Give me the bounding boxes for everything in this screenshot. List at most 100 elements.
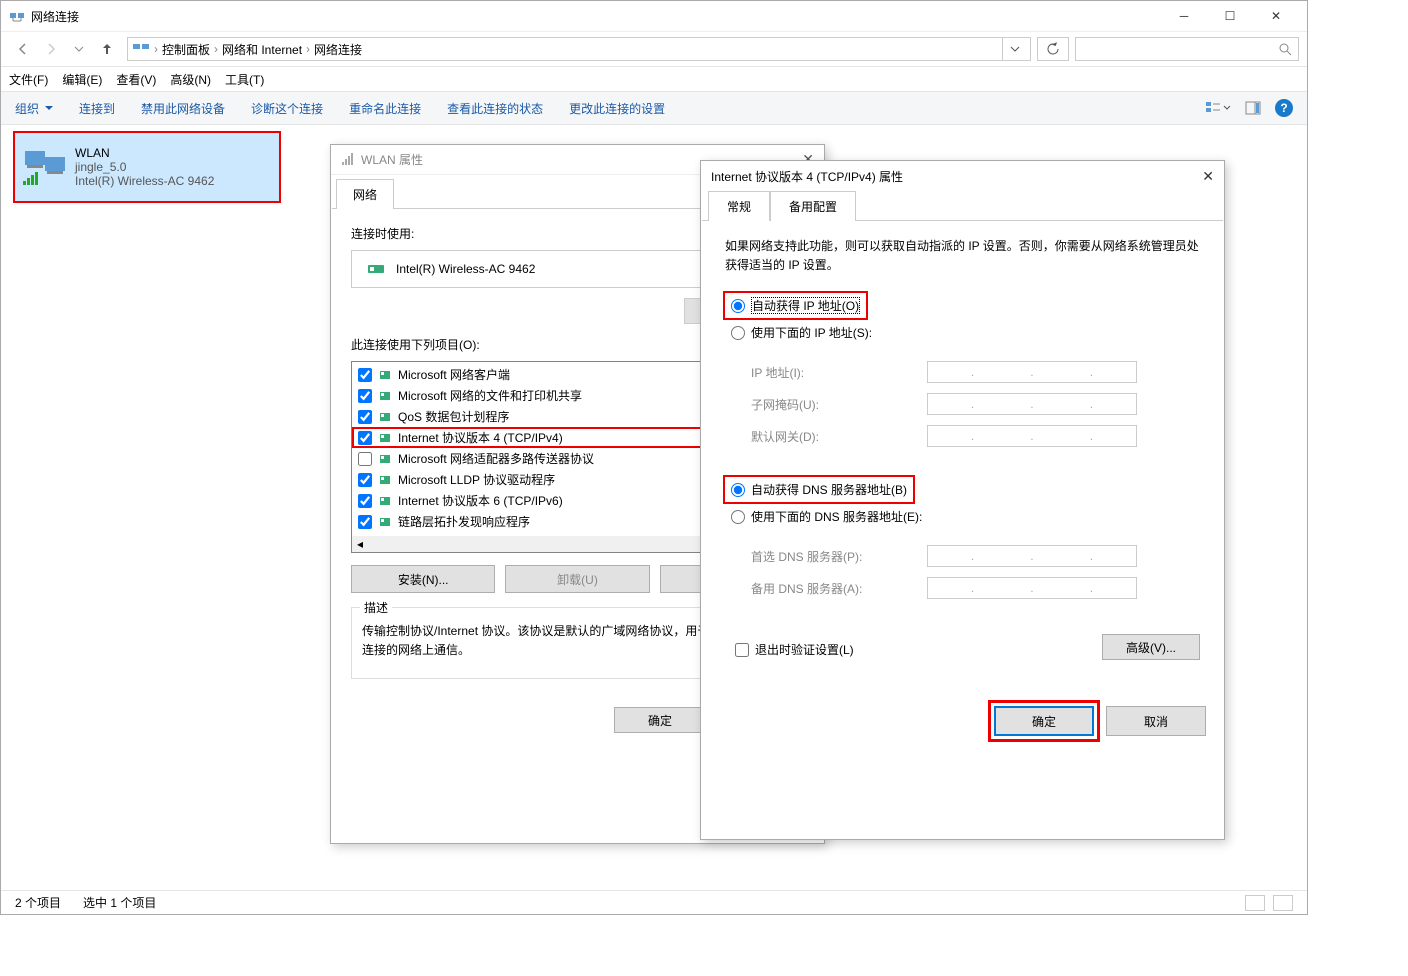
menu-edit[interactable]: 编辑(E) — [62, 71, 102, 88]
menu-view[interactable]: 查看(V) — [116, 71, 156, 88]
protocol-label: Internet 协议版本 6 (TCP/IPv6) — [398, 492, 563, 509]
manual-ip-label: 使用下面的 IP 地址(S): — [751, 324, 872, 341]
ok-button[interactable]: 确定 — [994, 706, 1094, 736]
device-name: Intel(R) Wireless-AC 9462 — [396, 262, 535, 276]
validate-checkbox[interactable] — [735, 643, 749, 657]
breadcrumb-segment[interactable]: 网络和 Internet — [222, 41, 302, 58]
up-button[interactable] — [93, 35, 121, 63]
validate-label: 退出时验证设置(L) — [755, 641, 854, 658]
toolbar-connect[interactable]: 连接到 — [79, 100, 115, 117]
back-button[interactable] — [9, 35, 37, 63]
status-selected: 选中 1 个项目 — [83, 894, 156, 911]
ok-button[interactable]: 确定 — [614, 707, 706, 733]
view-mode-button[interactable] — [1205, 101, 1231, 115]
protocol-icon — [378, 410, 392, 424]
breadcrumb-segment[interactable]: 网络连接 — [314, 41, 362, 58]
refresh-button[interactable] — [1037, 37, 1069, 61]
pref-dns-label: 首选 DNS 服务器(P): — [751, 548, 927, 565]
statusbar: 2 个项目 选中 1 个项目 — [1, 890, 1307, 914]
preview-pane-button[interactable] — [1245, 101, 1261, 115]
dialog-tabs: 常规 备用配置 — [702, 191, 1223, 221]
adapter-device: Intel(R) Wireless-AC 9462 — [75, 174, 214, 188]
breadcrumb-segment[interactable]: 控制面板 — [162, 41, 210, 58]
tab-alt[interactable]: 备用配置 — [770, 191, 856, 221]
minimize-button[interactable]: ─ — [1161, 1, 1207, 31]
protocol-icon — [378, 368, 392, 382]
adapter-name: WLAN — [75, 146, 214, 160]
menu-advanced[interactable]: 高级(N) — [170, 71, 211, 88]
subnet-input[interactable]: ... — [927, 393, 1137, 415]
toolbar-diagnose[interactable]: 诊断这个连接 — [251, 100, 323, 117]
install-button[interactable]: 安装(N)... — [351, 565, 495, 593]
adapter-wlan[interactable]: WLAN jingle_5.0 Intel(R) Wireless-AC 946… — [13, 131, 281, 203]
protocol-label: Microsoft 网络的文件和打印机共享 — [398, 387, 582, 404]
scroll-left-icon[interactable]: ◂ — [352, 536, 368, 552]
protocol-checkbox[interactable] — [358, 473, 372, 487]
description-label: 描述 — [360, 599, 392, 616]
tab-network[interactable]: 网络 — [336, 179, 394, 209]
auto-dns-radio[interactable] — [731, 483, 745, 497]
manual-dns-radio[interactable] — [731, 510, 745, 524]
dialog-title: WLAN 属性 — [361, 151, 423, 168]
address-dropdown[interactable] — [1002, 38, 1026, 60]
protocol-label: 链路层拓扑发现响应程序 — [398, 513, 530, 530]
auto-dns-label: 自动获得 DNS 服务器地址(B) — [751, 481, 907, 498]
protocol-checkbox[interactable] — [358, 368, 372, 382]
menu-tools[interactable]: 工具(T) — [225, 71, 264, 88]
protocol-checkbox[interactable] — [358, 515, 372, 529]
protocol-icon — [378, 515, 392, 529]
manual-dns-radio-row[interactable]: 使用下面的 DNS 服务器地址(E): — [725, 508, 1200, 525]
protocol-checkbox[interactable] — [358, 431, 372, 445]
alt-dns-label: 备用 DNS 服务器(A): — [751, 580, 927, 597]
auto-ip-radio[interactable] — [731, 299, 745, 313]
search-box[interactable] — [1075, 37, 1299, 61]
protocol-icon — [378, 431, 392, 445]
adapter-icon — [132, 41, 150, 57]
help-button[interactable]: ? — [1275, 99, 1293, 117]
maximize-button[interactable]: ☐ — [1207, 1, 1253, 31]
cancel-button[interactable]: 取消 — [1106, 706, 1206, 736]
ip-description: 如果网络支持此功能，则可以获取自动指派的 IP 设置。否则，你需要从网络系统管理… — [725, 237, 1200, 275]
manual-ip-radio[interactable] — [731, 326, 745, 340]
toolbar-status[interactable]: 查看此连接的状态 — [447, 100, 543, 117]
gateway-input[interactable]: ... — [927, 425, 1137, 447]
view-large-button[interactable] — [1273, 895, 1293, 911]
subnet-label: 子网掩码(U): — [751, 396, 927, 413]
wifi-icon — [341, 153, 355, 167]
auto-dns-radio-row[interactable]: 自动获得 DNS 服务器地址(B) — [725, 477, 913, 502]
protocol-label: QoS 数据包计划程序 — [398, 408, 509, 425]
dialog-close-button[interactable]: ✕ — [1202, 168, 1214, 185]
close-button[interactable]: ✕ — [1253, 1, 1299, 31]
menubar: 文件(F) 编辑(E) 查看(V) 高级(N) 工具(T) — [1, 67, 1307, 91]
protocol-checkbox[interactable] — [358, 389, 372, 403]
recent-button[interactable] — [65, 35, 93, 63]
protocol-icon — [378, 473, 392, 487]
manual-ip-radio-row[interactable]: 使用下面的 IP 地址(S): — [725, 324, 1200, 341]
uninstall-button[interactable]: 卸载(U) — [505, 565, 649, 593]
menu-file[interactable]: 文件(F) — [9, 71, 48, 88]
adapter-card-icon — [21, 147, 69, 187]
view-details-button[interactable] — [1245, 895, 1265, 911]
status-items: 2 个项目 — [15, 894, 61, 911]
pref-dns-input[interactable]: ... — [927, 545, 1137, 567]
protocol-checkbox[interactable] — [358, 410, 372, 424]
protocol-icon — [378, 494, 392, 508]
adapter-ssid: jingle_5.0 — [75, 160, 214, 174]
protocol-label: Microsoft LLDP 协议驱动程序 — [398, 471, 555, 488]
chevron-right-icon: › — [214, 42, 218, 56]
tab-general[interactable]: 常规 — [708, 191, 770, 221]
protocol-checkbox[interactable] — [358, 452, 372, 466]
advanced-button[interactable]: 高级(V)... — [1102, 634, 1200, 660]
ip-addr-input[interactable]: ... — [927, 361, 1137, 383]
alt-dns-input[interactable]: ... — [927, 577, 1137, 599]
address-bar[interactable]: › 控制面板 › 网络和 Internet › 网络连接 — [127, 37, 1031, 61]
protocol-checkbox[interactable] — [358, 494, 372, 508]
auto-ip-radio-row[interactable]: 自动获得 IP 地址(O) — [725, 293, 866, 318]
toolbar-rename[interactable]: 重命名此连接 — [349, 100, 421, 117]
forward-button[interactable] — [37, 35, 65, 63]
protocol-label: Internet 协议版本 4 (TCP/IPv4) — [398, 429, 563, 446]
ipv4-properties-dialog: Internet 协议版本 4 (TCP/IPv4) 属性 ✕ 常规 备用配置 … — [700, 160, 1225, 840]
toolbar-organize[interactable]: 组织 — [15, 100, 53, 117]
toolbar-disable[interactable]: 禁用此网络设备 — [141, 100, 225, 117]
toolbar-change[interactable]: 更改此连接的设置 — [569, 100, 665, 117]
